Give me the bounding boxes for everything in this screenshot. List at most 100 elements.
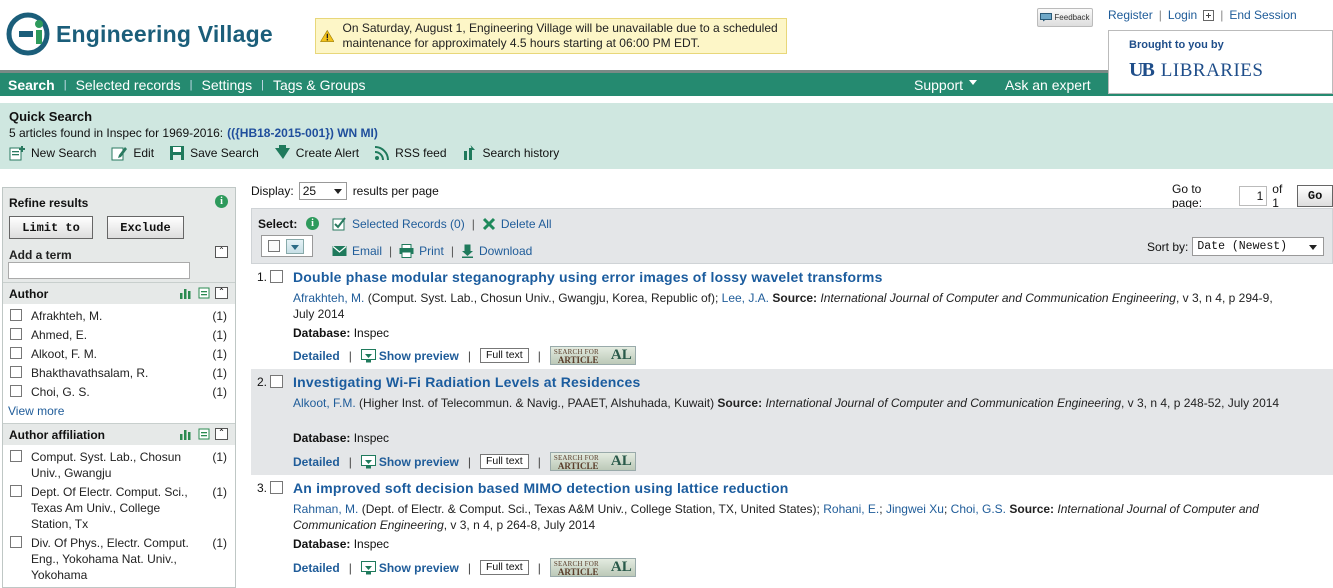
- nav-support[interactable]: Support: [914, 77, 963, 93]
- delete-icon: [482, 217, 495, 231]
- chevron-down-icon: [1309, 245, 1318, 250]
- facet-checkbox[interactable]: [10, 366, 22, 378]
- detailed-link[interactable]: Detailed: [293, 455, 340, 469]
- full-text-button[interactable]: Full text: [479, 454, 529, 469]
- refine-results-header: Refine results i: [3, 188, 235, 216]
- print-link[interactable]: Print: [419, 244, 444, 258]
- chevron-down-icon: [333, 189, 342, 194]
- facet-item[interactable]: Ahmed, E. (1): [3, 327, 235, 343]
- facet-item[interactable]: Dept. Of Electr. Comput. Sci., Texas Am …: [3, 484, 235, 532]
- ub-libraries-logo[interactable]: UB LIBRARIES: [1129, 59, 1263, 82]
- author-link[interactable]: Choi, G.S.: [951, 502, 1006, 516]
- facet-item[interactable]: Div. Of Phys., Electr. Comput. Eng., Yok…: [3, 535, 235, 583]
- detailed-link[interactable]: Detailed: [293, 561, 340, 575]
- show-preview-link[interactable]: Show preview: [360, 454, 459, 469]
- expand-login-icon[interactable]: [1203, 9, 1215, 21]
- sort-select[interactable]: Date (Newest): [1192, 237, 1325, 256]
- collapse-icon[interactable]: ⌃: [215, 428, 228, 440]
- result-actions: Detailed | Show preview | Full text | SE…: [293, 558, 636, 577]
- full-text-button[interactable]: Full text: [479, 560, 529, 575]
- separator: |: [467, 560, 471, 575]
- journal-title: International Journal of Computer and Co…: [820, 291, 1176, 305]
- save-search-button[interactable]: Save Search: [169, 145, 259, 161]
- show-preview-link[interactable]: Show preview: [360, 348, 459, 363]
- export-icon[interactable]: [198, 428, 211, 440]
- result-checkbox[interactable]: [270, 375, 283, 388]
- rss-feed-button[interactable]: RSS feed: [374, 145, 447, 161]
- result-title[interactable]: Double phase modular steganography using…: [293, 269, 883, 285]
- show-preview-link[interactable]: Show preview: [360, 560, 459, 575]
- separator: |: [63, 79, 67, 91]
- go-button[interactable]: Go: [1297, 185, 1333, 207]
- selected-records-link[interactable]: Selected Records (0): [352, 217, 465, 231]
- database-label: Database:: [293, 326, 351, 340]
- facet-checkbox[interactable]: [10, 485, 22, 497]
- chevron-down-icon[interactable]: [286, 238, 304, 254]
- export-icon[interactable]: [198, 287, 211, 299]
- author-link[interactable]: Lee, J.A.: [722, 291, 769, 305]
- facet-item[interactable]: Bhakthavathsalam, R. (1): [3, 365, 235, 381]
- register-link[interactable]: Register: [1108, 8, 1153, 22]
- download-link[interactable]: Download: [479, 244, 532, 258]
- facet-item[interactable]: Comput. Syst. Lab., Chosun Univ., Gwangj…: [3, 449, 235, 481]
- create-alert-button[interactable]: Create Alert: [274, 145, 359, 161]
- search-query-link[interactable]: (({HB18-2015-001}) WN MI): [227, 126, 378, 140]
- select-all-checkbox[interactable]: [268, 240, 280, 252]
- select-dropdown[interactable]: [261, 235, 313, 257]
- facet-checkbox[interactable]: [10, 536, 22, 548]
- login-link[interactable]: Login: [1168, 8, 1197, 22]
- separator: |: [1220, 8, 1224, 22]
- new-search-button[interactable]: New Search: [9, 145, 96, 161]
- author-link[interactable]: Rohani, E.: [823, 502, 879, 516]
- nav-tags-groups[interactable]: Tags & Groups: [273, 77, 366, 93]
- search-for-article-button[interactable]: SEARCH FOR ARTICLE AL: [549, 452, 636, 471]
- collapse-icon[interactable]: ⌃: [215, 246, 228, 258]
- full-text-button[interactable]: Full text: [479, 348, 529, 363]
- feedback-button[interactable]: Feedback: [1037, 8, 1093, 27]
- facet-checkbox[interactable]: [10, 450, 22, 462]
- search-actions: New Search Edit Save Search Create Alert…: [9, 145, 574, 161]
- facet-checkbox[interactable]: [10, 328, 22, 340]
- delete-all-link[interactable]: Delete All: [501, 217, 552, 231]
- nav-settings[interactable]: Settings: [201, 77, 252, 93]
- view-more-link[interactable]: View more: [3, 403, 235, 423]
- exclude-button[interactable]: Exclude: [107, 216, 184, 239]
- end-session-link[interactable]: End Session: [1229, 8, 1296, 22]
- goto-page-input[interactable]: 1: [1239, 186, 1268, 206]
- collapse-icon[interactable]: ⌃: [215, 287, 228, 299]
- detailed-link[interactable]: Detailed: [293, 349, 340, 363]
- result-title[interactable]: An improved soft decision based MIMO det…: [293, 480, 789, 496]
- facet-item[interactable]: Afrakhteh, M. (1): [3, 308, 235, 324]
- email-link[interactable]: Email: [352, 244, 382, 258]
- author-link[interactable]: Afrakhteh, M.: [293, 291, 364, 305]
- facet-count: (1): [212, 366, 227, 380]
- bar-chart-icon[interactable]: [179, 428, 192, 440]
- bar-chart-icon[interactable]: [179, 287, 192, 299]
- search-for-article-button[interactable]: SEARCH FOR ARTICLE AL: [549, 346, 636, 365]
- facet-checkbox[interactable]: [10, 347, 22, 359]
- facet-item[interactable]: Choi, G. S. (1): [3, 384, 235, 400]
- author-link[interactable]: Jingwei Xu: [886, 502, 944, 516]
- search-history-button[interactable]: Search history: [462, 145, 559, 161]
- edit-button[interactable]: Edit: [111, 145, 154, 161]
- result-checkbox[interactable]: [270, 270, 283, 283]
- nav-ask-expert[interactable]: Ask an expert: [1005, 77, 1091, 93]
- author-link[interactable]: Alkoot, F.M.: [293, 396, 356, 410]
- result-title[interactable]: Investigating Wi-Fi Radiation Levels at …: [293, 374, 641, 390]
- chevron-down-icon[interactable]: [969, 79, 978, 85]
- facet-checkbox[interactable]: [10, 385, 22, 397]
- facet-checkbox[interactable]: [10, 309, 22, 321]
- nav-search[interactable]: Search: [8, 77, 55, 93]
- engineering-village-logo[interactable]: Engineering Village: [6, 12, 273, 56]
- facet-item[interactable]: Alkoot, F. M. (1): [3, 346, 235, 362]
- search-for-article-button[interactable]: SEARCH FOR ARTICLE AL: [549, 558, 636, 577]
- limit-to-button[interactable]: Limit to: [9, 216, 93, 239]
- facet-count: (1): [212, 450, 227, 464]
- add-term-input[interactable]: [8, 262, 190, 279]
- info-icon[interactable]: i: [215, 195, 228, 208]
- info-icon[interactable]: i: [306, 217, 319, 230]
- result-checkbox[interactable]: [270, 481, 283, 494]
- nav-selected-records[interactable]: Selected records: [76, 77, 181, 93]
- results-per-page-select[interactable]: 25: [298, 182, 347, 200]
- author-link[interactable]: Rahman, M.: [293, 502, 358, 516]
